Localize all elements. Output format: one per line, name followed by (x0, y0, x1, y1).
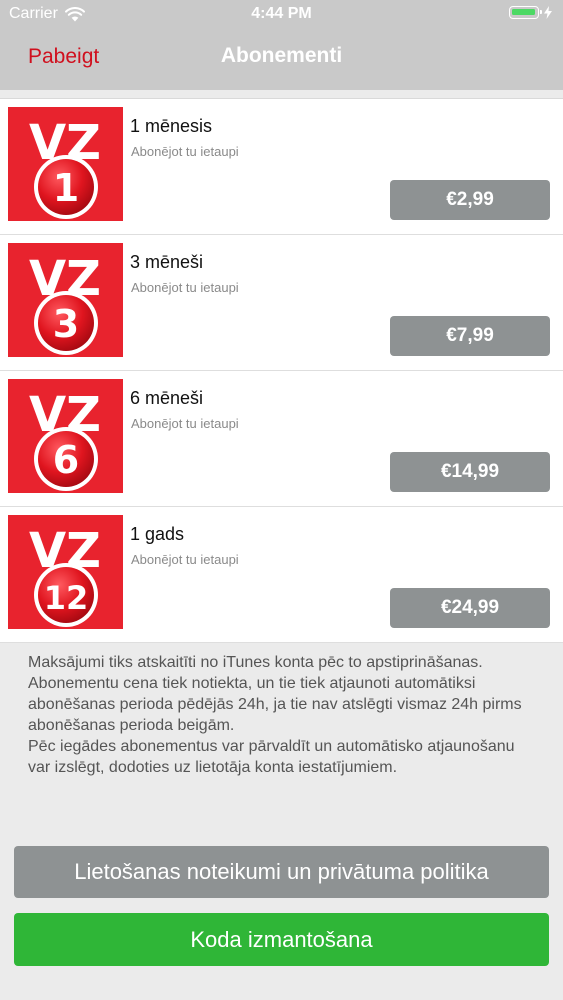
subscription-row-6: VZ 6 6 mēneši Abonējot tu ietaupi €14,99 (0, 371, 563, 507)
subscription-title: 6 mēneši (130, 388, 204, 408)
buy-button-3[interactable]: €7,99 (390, 316, 550, 356)
svg-text:3: 3 (53, 302, 79, 346)
svg-text:12: 12 (44, 579, 89, 617)
subscription-title: 1 gads (130, 524, 185, 544)
status-time: 4:44 PM (251, 5, 312, 22)
subscription-subtitle: Abonējot tu ietaupi (131, 144, 239, 159)
vz-logo-icon: VZ 3 (8, 243, 123, 357)
vz-logo-icon: VZ 1 (8, 107, 123, 221)
buy-button-1[interactable]: €2,99 (390, 180, 550, 220)
disclaimer-paragraph: Maksājumi tiks atskaitīti no iTunes kont… (28, 654, 483, 671)
battery-indicator (509, 6, 552, 19)
svg-text:1: 1 (53, 166, 79, 210)
redeem-code-button[interactable]: Koda izmantošana (14, 913, 549, 966)
vz-logo-icon: VZ 6 (8, 379, 123, 493)
subscription-row-3: VZ 3 3 mēneši Abonējot tu ietaupi €7,99 (0, 235, 563, 371)
subscription-row-12: VZ 12 1 gads Abonējot tu ietaupi €24,99 (0, 507, 563, 643)
vz-logo-icon: VZ 12 (8, 515, 123, 629)
battery-fill (512, 9, 535, 15)
done-button[interactable]: Pabeigt (28, 45, 99, 69)
svg-text:6: 6 (53, 438, 79, 482)
subscription-title: 1 mēnesis (130, 116, 213, 136)
buy-button-12[interactable]: €24,99 (390, 588, 550, 628)
subscription-list: VZ 1 1 mēnesis Abonējot tu ietaupi €2,99… (0, 98, 563, 643)
disclaimer-paragraph: Pēc iegādes abonementus var pārvaldīt un… (28, 738, 515, 776)
terms-privacy-button[interactable]: Lietošanas noteikumi un privātuma politi… (14, 846, 549, 898)
battery-icon (509, 6, 542, 19)
disclaimer-paragraph: Abonementu cena tiek notiekta, un tie ti… (28, 675, 522, 734)
subscription-title: 3 mēneši (130, 252, 204, 272)
subscription-subtitle: Abonējot tu ietaupi (131, 280, 239, 295)
subscription-subtitle: Abonējot tu ietaupi (131, 416, 239, 431)
charging-bolt-icon (544, 6, 552, 19)
subscription-row-1: VZ 1 1 mēnesis Abonējot tu ietaupi €2,99 (0, 99, 563, 235)
navigation-bar: Carrier 4:44 PM Abonementi Pabeigt (0, 0, 563, 90)
disclaimer-text: Maksājumi tiks atskaitīti no iTunes kont… (28, 652, 538, 778)
buy-button-6[interactable]: €14,99 (390, 452, 550, 492)
status-bar: Carrier 4:44 PM (0, 0, 563, 30)
subscription-subtitle: Abonējot tu ietaupi (131, 552, 239, 567)
